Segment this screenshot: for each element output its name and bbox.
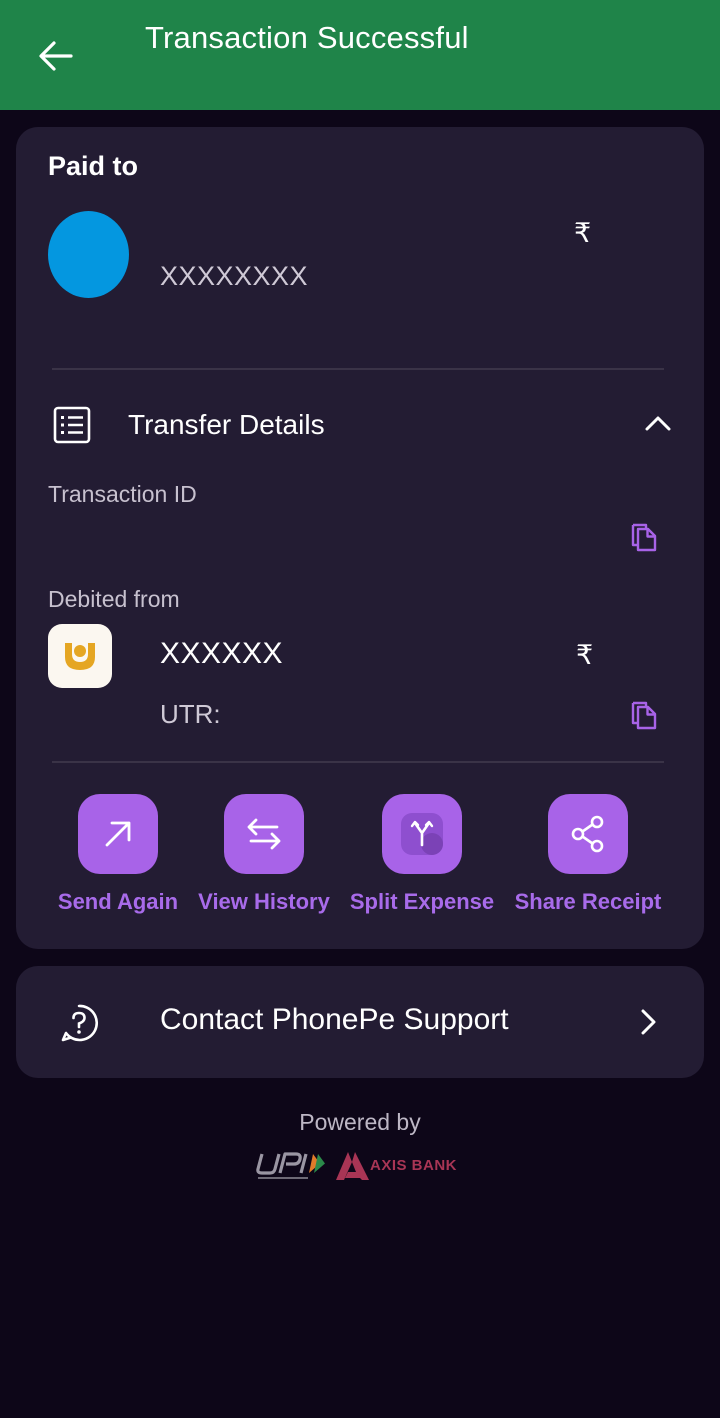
amount-currency: ₹ (574, 218, 592, 249)
bank-logo (48, 624, 112, 688)
send-again-button[interactable]: Send Again (43, 794, 193, 924)
partner-logos: AXIS BANK (256, 1150, 466, 1182)
powered-by-text: Powered by (299, 1109, 421, 1135)
debit-amount-currency: ₹ (576, 640, 594, 671)
receipt-list-icon (53, 406, 91, 444)
view-history-label: View History (198, 889, 330, 914)
help-circle-icon (61, 1004, 99, 1042)
divider (52, 368, 664, 370)
arrow-up-right-icon (105, 821, 131, 847)
copy-transaction-id-button[interactable] (626, 519, 662, 555)
share-icon (571, 815, 604, 853)
axis-bank-logo-icon (336, 1152, 369, 1180)
share-receipt-label: Share Receipt (514, 889, 662, 914)
transfer-details-title: Transfer Details (128, 409, 325, 440)
split-expense-icon-button[interactable] (382, 794, 462, 874)
paid-to-label: Paid to (48, 151, 139, 181)
transfer-details-toggle[interactable]: Transfer Details (48, 397, 672, 453)
debit-account-number: XXXXXX (160, 637, 284, 670)
axis-bank-name: AXIS BANK (370, 1157, 458, 1174)
split-expense-label: Split Expense (349, 889, 495, 914)
utr-label: UTR: (160, 699, 221, 729)
arrow-left-icon (39, 41, 73, 71)
back-button[interactable] (30, 30, 82, 82)
transaction-id-label: Transaction ID (48, 481, 197, 507)
copy-icon (631, 701, 657, 730)
transaction-card: Paid to XXXXXXXX ₹ Transfer Details Tran… (16, 127, 704, 949)
payee-name: XXXXXXXX (160, 261, 309, 291)
contact-support-row[interactable]: Contact PhonePe Support (16, 966, 704, 1078)
bank-logo-icon (65, 643, 95, 670)
split-expense-button[interactable]: Split Expense (347, 794, 497, 924)
chevron-up-icon (645, 416, 671, 431)
view-history-icon-button[interactable] (224, 794, 304, 874)
copy-utr-button[interactable] (626, 697, 662, 733)
copy-icon (631, 523, 657, 552)
share-receipt-icon-button[interactable] (548, 794, 628, 874)
view-history-button[interactable]: View History (189, 794, 339, 924)
payee-avatar (48, 211, 129, 298)
page-title: Transaction Successful (145, 20, 469, 55)
divider (52, 761, 664, 763)
send-again-label: Send Again (57, 889, 179, 914)
contact-support-label: Contact PhonePe Support (160, 1003, 509, 1036)
share-receipt-button[interactable]: Share Receipt (513, 794, 663, 924)
split-icon (401, 813, 443, 855)
send-again-icon-button[interactable] (78, 794, 158, 874)
arrows-exchange-icon (247, 818, 281, 850)
upi-logo (256, 1152, 325, 1179)
debited-from-label: Debited from (48, 586, 180, 612)
app-header: Transaction Successful (0, 0, 720, 110)
chevron-right-icon (641, 1009, 656, 1035)
